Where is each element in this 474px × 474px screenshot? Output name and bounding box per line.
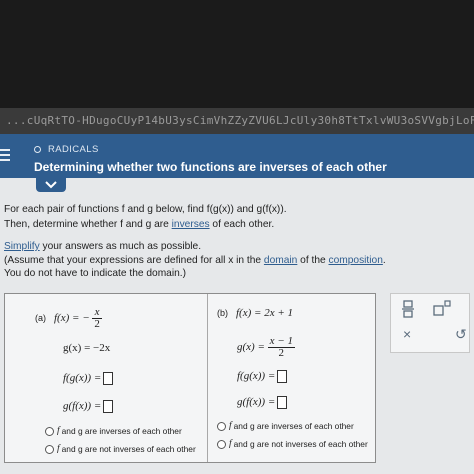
instruction-line-3: Simplify your answers as much as possibl…: [4, 241, 202, 252]
math-toolbar: × ↺: [390, 293, 470, 353]
collapse-toggle[interactable]: [36, 178, 66, 192]
chevron-down-icon: [45, 181, 57, 189]
instruction-line-4: (Assume that your expressions are define…: [4, 255, 386, 266]
part-b-fog-input[interactable]: [277, 370, 288, 383]
screen: ...cUqRtTO-HDugoCUyP14bU3ysCimVhZZyZVU6L…: [0, 0, 474, 474]
radio-button[interactable]: [217, 439, 226, 449]
radio-button[interactable]: [45, 426, 54, 436]
composition-link[interactable]: composition: [329, 255, 383, 266]
simplify-link[interactable]: Simplify: [4, 241, 40, 252]
page-title: Determining whether two functions are in…: [34, 160, 387, 174]
instruction-line-5: You do not have to indicate the domain.): [4, 268, 186, 279]
app-header: RADICALS Determining whether two functio…: [0, 134, 474, 178]
part-b-g-fraction: x − 12: [267, 335, 295, 359]
part-b-option-not-inverse[interactable]: f and g are not inverses of each other: [217, 439, 368, 449]
inverses-link[interactable]: inverses: [172, 219, 210, 230]
instruction-line-1: For each pair of functions f and g below…: [4, 204, 287, 215]
browser-url-strip[interactable]: ...cUqRtTO-HDugoCUyP14bU3ysCimVhZZyZVU6L…: [0, 108, 474, 134]
part-a-gof-input[interactable]: [103, 400, 114, 413]
part-a-fog: f(g(x)) =: [63, 372, 114, 385]
part-a-f: (a) f(x) = − x2: [35, 306, 102, 330]
part-b-gof-input[interactable]: [277, 396, 288, 409]
fraction-icon[interactable]: [401, 300, 415, 321]
domain-link[interactable]: domain: [264, 255, 297, 266]
part-a-gof: g(f(x)) =: [63, 400, 114, 413]
topic-ring-icon: [34, 145, 41, 153]
part-b-f: (b) f(x) = 2x + 1: [217, 307, 293, 319]
part-b-gof: g(f(x)) =: [237, 396, 288, 409]
part-a-fog-input[interactable]: [103, 372, 114, 385]
part-b-g: g(x) = x − 12: [237, 335, 295, 359]
part-a-option-not-inverse[interactable]: f and g are not inverses of each other: [45, 444, 196, 454]
topic-label: RADICALS: [34, 142, 99, 156]
menu-icon[interactable]: [0, 146, 12, 164]
part-b-fog: f(g(x)) =: [237, 370, 288, 383]
panel-divider: [207, 294, 208, 462]
undo-icon[interactable]: ↺: [455, 326, 467, 343]
clear-icon[interactable]: ×: [403, 326, 411, 342]
question-content: For each pair of functions f and g below…: [0, 178, 474, 474]
answer-panel: (a) f(x) = − x2 g(x) = −2x f(g(x)) = g(f(…: [4, 293, 376, 463]
part-a-f-fraction: x2: [92, 306, 102, 330]
part-a-g: g(x) = −2x: [63, 342, 111, 354]
topic-text: RADICALS: [48, 143, 99, 155]
part-a-option-inverse[interactable]: f and g are inverses of each other: [45, 426, 182, 436]
exponent-icon[interactable]: [433, 300, 451, 319]
radio-button[interactable]: [45, 444, 54, 454]
instruction-line-2: Then, determine whether f and g are inve…: [4, 219, 275, 230]
part-b-option-inverse[interactable]: f and g are inverses of each other: [217, 421, 354, 431]
radio-button[interactable]: [217, 421, 226, 431]
url-text: ...cUqRtTO-HDugoCUyP14bU3ysCimVhZZyZVU6L…: [6, 114, 474, 127]
